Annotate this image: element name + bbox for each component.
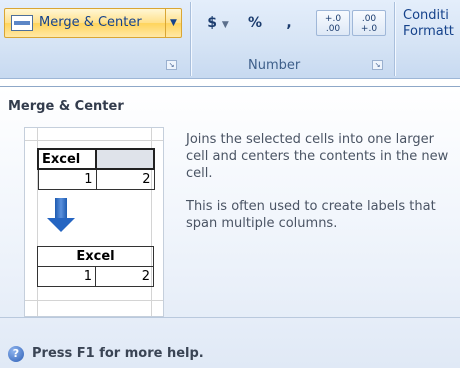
super-tooltip: Merge & Center Excel 1 2 Excel 1 2 Joins… bbox=[0, 86, 460, 368]
tooltip-title: Merge & Center bbox=[8, 99, 124, 114]
conditional-formatting-label-line2: Formatt bbox=[403, 24, 454, 39]
chevron-down-icon: ▼ bbox=[221, 20, 229, 30]
after-value-cell: 2 bbox=[95, 266, 154, 287]
grid-line bbox=[25, 140, 163, 141]
ribbon: Merge & Center ▼ ↘ $ ▼ % , +.0 .00 .00 +… bbox=[0, 0, 460, 79]
merge-and-center-button[interactable]: Merge & Center ▼ bbox=[4, 8, 182, 38]
help-icon: ? bbox=[8, 346, 24, 362]
group-divider bbox=[190, 2, 191, 76]
comma-symbol: , bbox=[286, 15, 292, 31]
conditional-formatting-button[interactable]: Conditi Formatt bbox=[403, 8, 454, 40]
increase-decimal-top: +.0 bbox=[324, 14, 342, 24]
comma-style-button[interactable]: , bbox=[280, 10, 298, 36]
merge-center-icon bbox=[11, 15, 33, 31]
help-text: Press F1 for more help. bbox=[32, 346, 204, 361]
before-merge-table: Excel 1 2 bbox=[37, 148, 155, 190]
group-divider bbox=[394, 2, 395, 76]
before-value-cell: 1 bbox=[37, 168, 97, 190]
down-arrow-head bbox=[47, 218, 75, 232]
grid-line bbox=[25, 300, 163, 301]
tooltip-divider bbox=[0, 317, 460, 318]
alignment-dialog-launcher-icon[interactable]: ↘ bbox=[166, 60, 177, 70]
increase-decimal-bottom: .00 bbox=[325, 24, 341, 34]
before-empty-cell bbox=[95, 148, 155, 170]
number-dialog-launcher-icon[interactable]: ↘ bbox=[372, 60, 383, 70]
number-group-label: Number bbox=[248, 58, 301, 73]
after-value-cell: 1 bbox=[37, 266, 96, 287]
accounting-format-button[interactable]: $ ▼ bbox=[200, 10, 236, 36]
decrease-decimal-top: .00 bbox=[361, 14, 377, 24]
tooltip-note: This is often used to create labels that… bbox=[186, 199, 436, 231]
tooltip-description: Joins the selected cells into one larger… bbox=[186, 132, 449, 181]
after-merge-table: Excel 1 2 bbox=[37, 246, 154, 287]
after-header-cell: Excel bbox=[37, 246, 154, 267]
merge-dropdown-arrow[interactable]: ▼ bbox=[165, 9, 181, 37]
percent-symbol: % bbox=[247, 15, 263, 31]
increase-decimal-button[interactable]: +.0 .00 bbox=[316, 10, 350, 36]
percent-style-button[interactable]: % bbox=[244, 10, 266, 36]
currency-symbol: $ bbox=[207, 15, 217, 31]
before-header-cell: Excel bbox=[37, 148, 97, 170]
conditional-formatting-label-line1: Conditi bbox=[403, 8, 449, 23]
decrease-decimal-button[interactable]: .00 +.0 bbox=[352, 10, 386, 36]
down-arrow-icon bbox=[55, 198, 67, 220]
tooltip-description-block: Joins the selected cells into one larger… bbox=[186, 131, 456, 248]
merge-illustration: Excel 1 2 Excel 1 2 bbox=[24, 127, 164, 317]
before-value-cell: 2 bbox=[95, 168, 155, 190]
merge-button-label: Merge & Center bbox=[39, 15, 142, 30]
decrease-decimal-bottom: +.0 bbox=[360, 24, 378, 34]
